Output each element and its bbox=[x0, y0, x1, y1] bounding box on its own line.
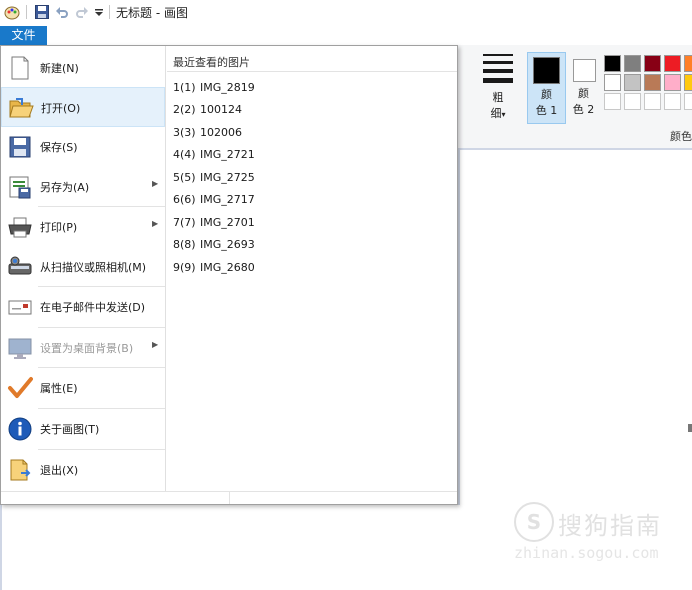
menu-item-scanner[interactable]: 从扫描仪或照相机(M) bbox=[1, 247, 165, 287]
email-icon bbox=[7, 294, 33, 320]
recent-item[interactable]: 3(3) 102006 bbox=[173, 126, 242, 139]
recent-divider bbox=[167, 71, 457, 72]
redo-icon[interactable] bbox=[74, 4, 90, 20]
file-menu: 新建(N) 打开(O) 保存(S) 另存为(A) ▶ 打印(P) ▶ 从扫描仪或… bbox=[0, 45, 458, 505]
title-separator bbox=[109, 5, 110, 19]
recent-item[interactable]: 7(7) IMG_2701 bbox=[173, 216, 255, 229]
desktop-background-icon bbox=[7, 335, 33, 361]
checkmark-icon bbox=[7, 375, 33, 401]
menu-item-print[interactable]: 打印(P) ▶ bbox=[1, 207, 165, 247]
menu-item-exit[interactable]: 退出(X) bbox=[1, 450, 165, 490]
recent-item[interactable]: 8(8) IMG_2693 bbox=[173, 238, 255, 251]
resize-handle[interactable] bbox=[688, 424, 692, 432]
quick-access-separator bbox=[26, 5, 27, 19]
palette-color-swatch[interactable] bbox=[624, 55, 641, 72]
exit-icon bbox=[7, 457, 33, 483]
recent-item[interactable]: 6(6) IMG_2717 bbox=[173, 193, 255, 206]
palette-color-swatch[interactable] bbox=[624, 93, 641, 110]
file-menu-commands: 新建(N) 打开(O) 保存(S) 另存为(A) ▶ 打印(P) ▶ 从扫描仪或… bbox=[1, 46, 166, 492]
menu-footer-separator bbox=[229, 492, 230, 504]
palette-color-swatch[interactable] bbox=[664, 55, 681, 72]
recent-pictures-title: 最近查看的图片 bbox=[173, 56, 250, 69]
palette-color-swatch[interactable] bbox=[644, 55, 661, 72]
menu-item-properties[interactable]: 属性(E) bbox=[1, 368, 165, 408]
submenu-arrow-icon: ▶ bbox=[152, 219, 159, 228]
printer-icon bbox=[7, 214, 33, 240]
paint-app-icon[interactable] bbox=[4, 4, 20, 20]
recent-item[interactable]: 5(5) IMG_2725 bbox=[173, 171, 255, 184]
window-title: 无标题 - 画图 bbox=[116, 6, 188, 20]
open-folder-icon bbox=[8, 95, 34, 121]
menu-item-about[interactable]: 关于画图(T) bbox=[1, 409, 165, 449]
thickness-button[interactable]: 粗 细▾ bbox=[481, 52, 517, 122]
recent-item[interactable]: 4(4) IMG_2721 bbox=[173, 148, 255, 161]
watermark-brand: 搜狗指南 bbox=[558, 512, 662, 540]
palette-color-swatch[interactable] bbox=[624, 74, 641, 91]
menu-item-set-desktop-background[interactable]: 设置为桌面背景(B) ▶ bbox=[1, 328, 165, 368]
color-2-label: 颜色 2 bbox=[572, 87, 595, 116]
save-icon bbox=[7, 134, 33, 160]
submenu-arrow-icon: ▶ bbox=[152, 179, 159, 188]
save-as-icon bbox=[7, 174, 33, 200]
menu-item-email[interactable]: 在电子邮件中发送(D) bbox=[1, 287, 165, 327]
recent-item[interactable]: 2(2) 100124 bbox=[173, 103, 242, 116]
color-1-swatch bbox=[533, 57, 560, 84]
customize-quick-access-icon[interactable] bbox=[93, 4, 105, 20]
title-bar: 无标题 - 画图 bbox=[0, 0, 692, 24]
menu-item-open[interactable]: 打开(O) bbox=[1, 87, 165, 127]
recent-item[interactable]: 1(1) IMG_2819 bbox=[173, 81, 255, 94]
undo-icon[interactable] bbox=[54, 4, 70, 20]
thickness-label: 粗 细▾ bbox=[490, 91, 506, 120]
palette-color-swatch[interactable] bbox=[644, 93, 661, 110]
palette-color-swatch[interactable] bbox=[684, 93, 692, 110]
submenu-arrow-icon: ▶ bbox=[152, 340, 159, 349]
file-tab[interactable]: 文件 bbox=[0, 26, 47, 45]
color-2-swatch bbox=[573, 59, 596, 82]
color-1-button[interactable]: 颜色 1 bbox=[527, 52, 566, 124]
palette-color-swatch[interactable] bbox=[664, 74, 681, 91]
palette-color-swatch[interactable] bbox=[644, 74, 661, 91]
menu-item-new[interactable]: 新建(N) bbox=[1, 48, 165, 88]
palette-color-swatch[interactable] bbox=[604, 55, 621, 72]
palette-color-swatch[interactable] bbox=[684, 55, 692, 72]
info-icon bbox=[7, 416, 33, 442]
colors-group-label: 颜色 bbox=[670, 130, 692, 143]
color-2-button[interactable]: 颜色 2 bbox=[568, 52, 605, 122]
palette-color-swatch[interactable] bbox=[684, 74, 692, 91]
recent-item[interactable]: 9(9) IMG_2680 bbox=[173, 261, 255, 274]
menu-item-save-as[interactable]: 另存为(A) ▶ bbox=[1, 167, 165, 207]
palette-color-swatch[interactable] bbox=[604, 74, 621, 91]
quick-save-icon[interactable] bbox=[34, 4, 50, 20]
sogou-logo-icon: S bbox=[514, 502, 554, 542]
new-file-icon bbox=[7, 55, 33, 81]
scanner-icon bbox=[7, 254, 33, 280]
color-1-label: 颜色 1 bbox=[535, 88, 558, 117]
watermark-url: zhinan.sogou.com bbox=[514, 544, 659, 562]
palette-color-swatch[interactable] bbox=[604, 93, 621, 110]
menu-item-save[interactable]: 保存(S) bbox=[1, 127, 165, 167]
drawing-canvas-lower[interactable] bbox=[0, 505, 462, 590]
watermark: S 搜狗指南 zhinan.sogou.com bbox=[512, 500, 682, 570]
palette-color-swatch[interactable] bbox=[664, 93, 681, 110]
